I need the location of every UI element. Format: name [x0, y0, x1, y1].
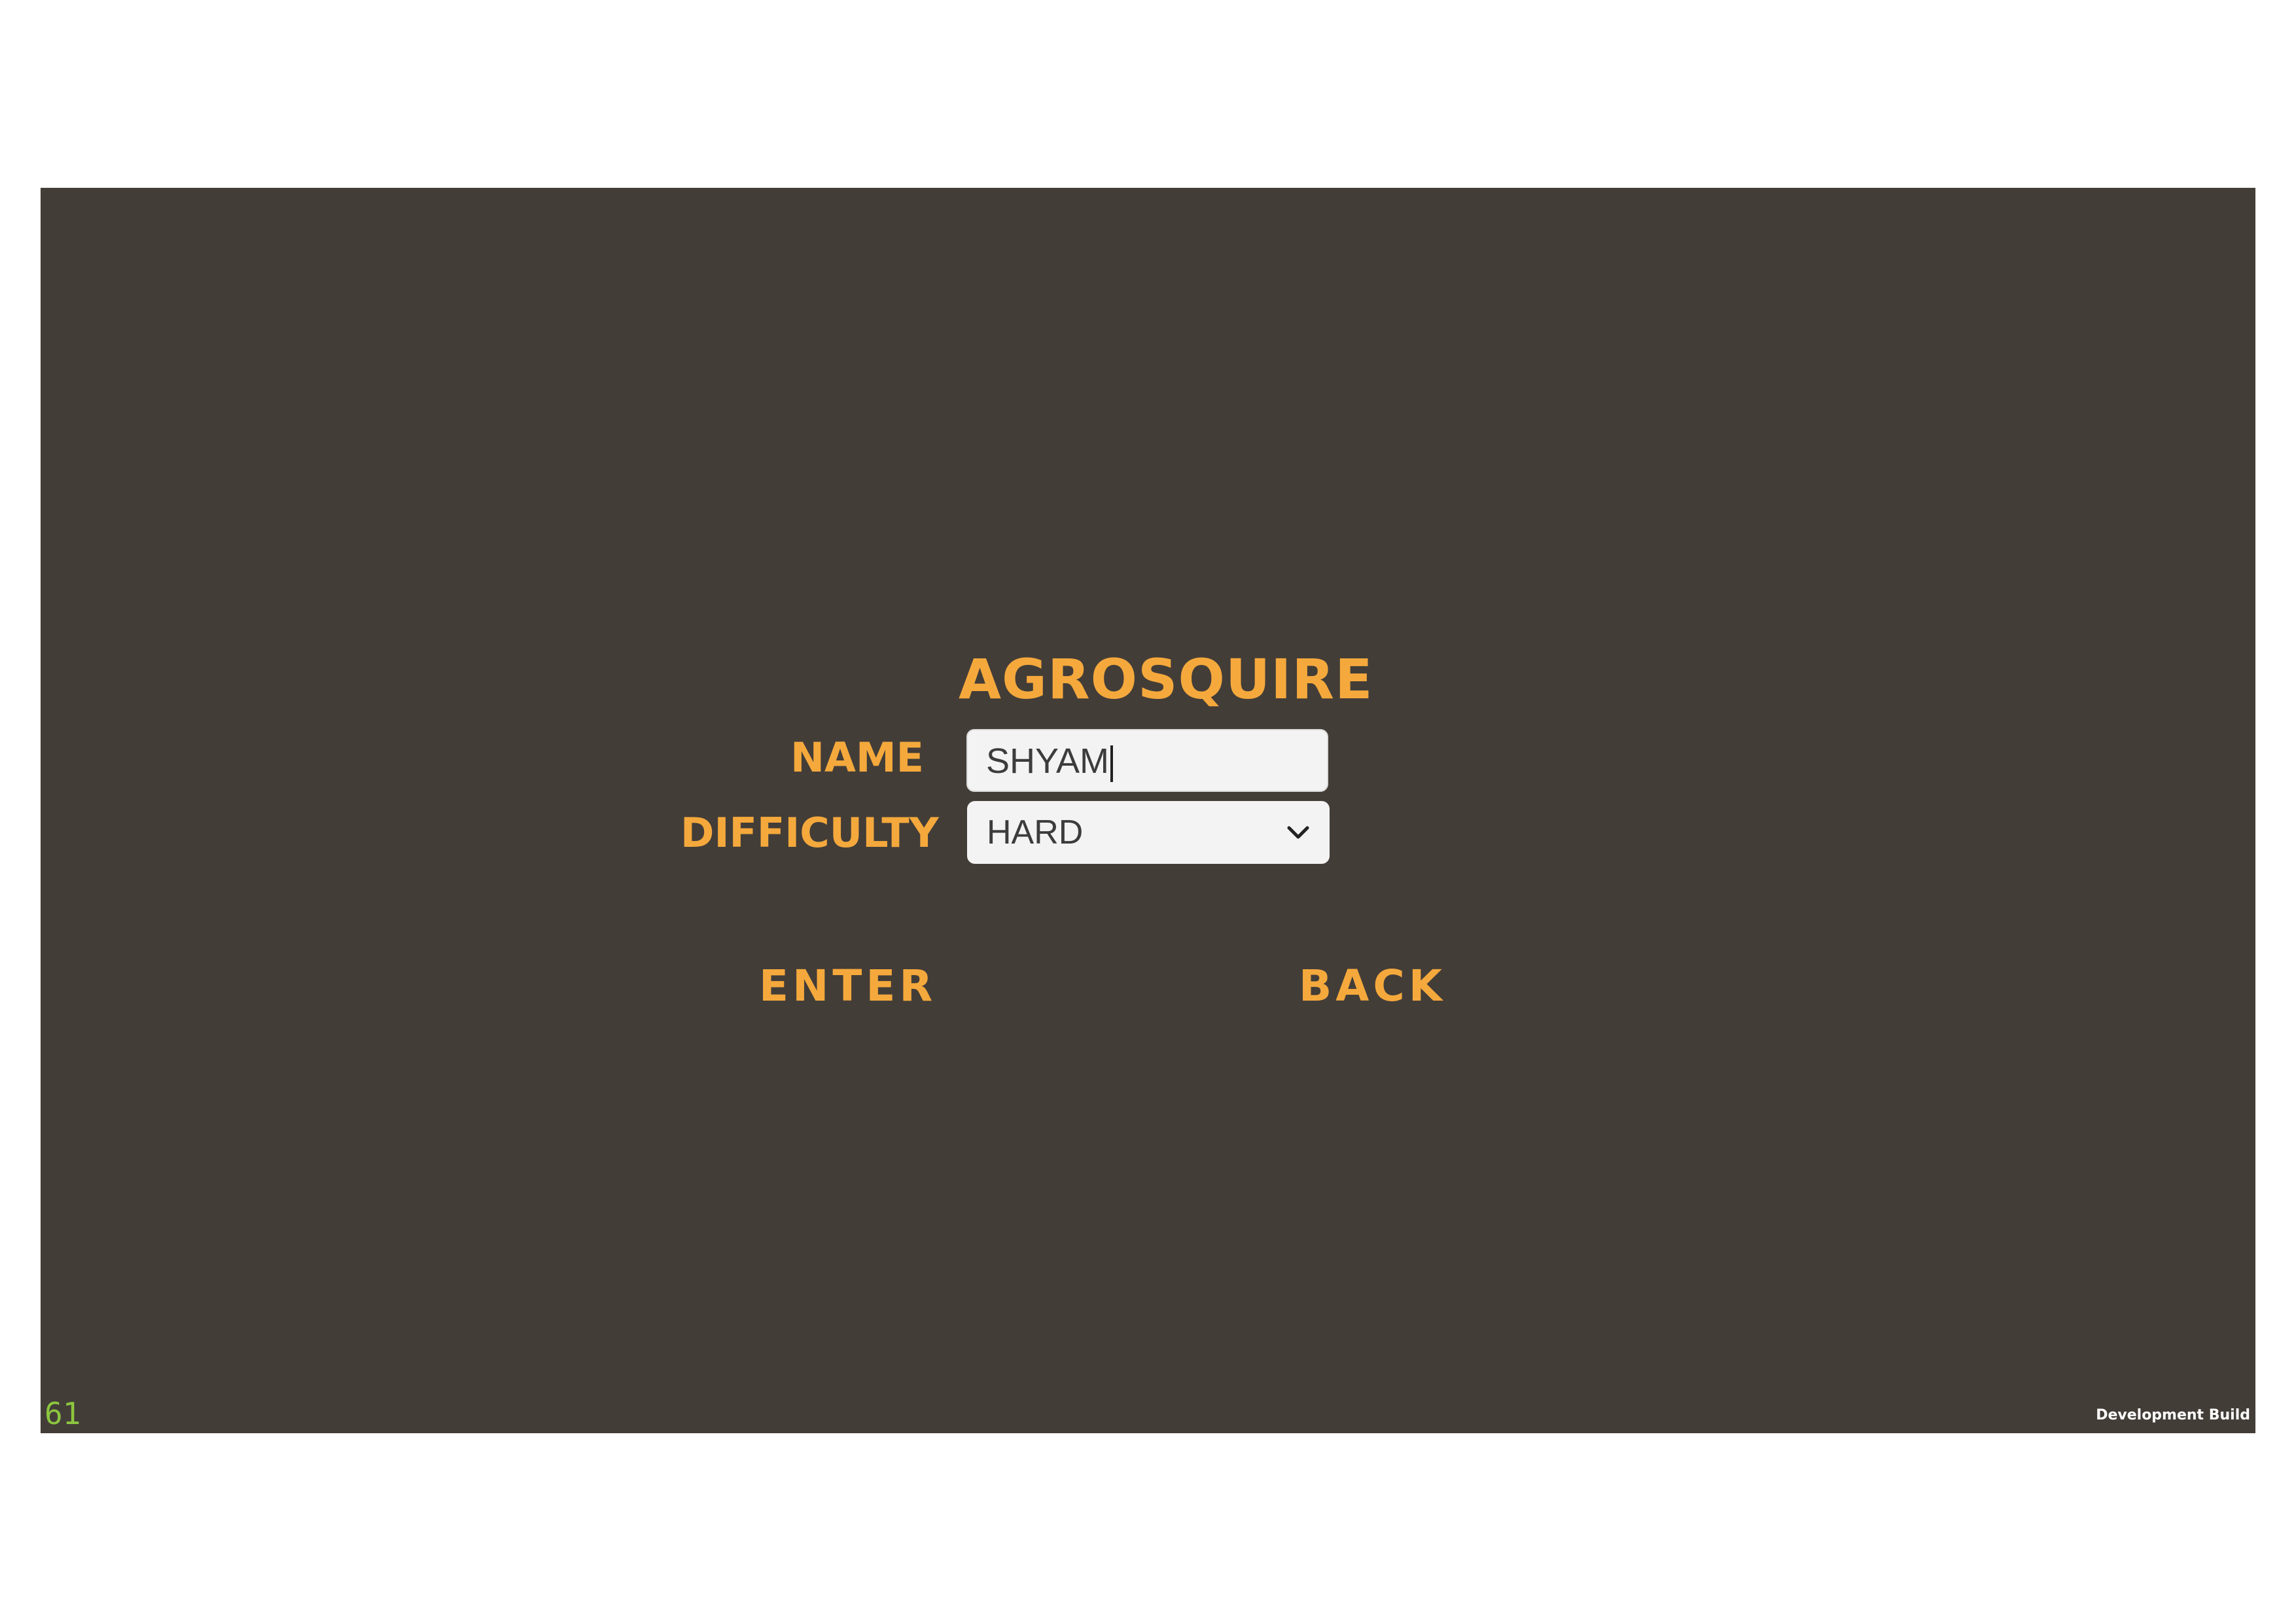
name-label: NAME [790, 734, 924, 781]
game-title: AGROSQUIRE [959, 647, 1373, 711]
enter-button[interactable]: ENTER [759, 957, 932, 1016]
name-input[interactable]: SHYAM [966, 729, 1328, 792]
difficulty-dropdown[interactable]: HARD [967, 801, 1330, 864]
chevron-down-icon [1287, 826, 1309, 839]
fps-counter: 61 [44, 1396, 81, 1431]
name-input-value: SHYAM [986, 737, 1114, 785]
development-build-label: Development Build [2096, 1407, 2250, 1423]
back-button[interactable]: BACK [1299, 957, 1442, 1016]
name-input-text: SHYAM [986, 741, 1110, 781]
difficulty-selected-value: HARD [987, 813, 1084, 851]
difficulty-label: DIFFICULTY [680, 809, 939, 857]
text-caret [1110, 745, 1114, 782]
